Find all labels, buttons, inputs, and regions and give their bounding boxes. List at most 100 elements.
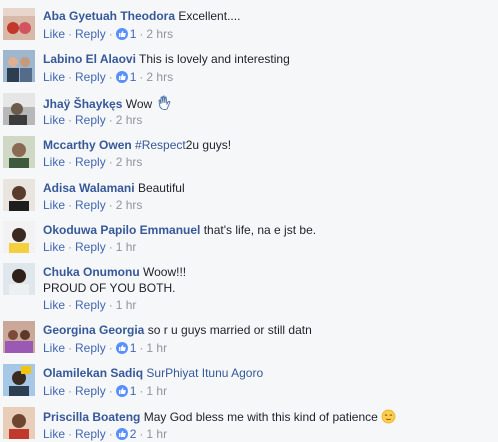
like-count-icon (115, 342, 128, 354)
commenter-name[interactable]: Aba Gyetuah Theodora (43, 9, 175, 23)
commenter-name[interactable]: Mccarthy Owen (43, 138, 132, 152)
waving-hand-icon (156, 95, 172, 115)
commenter-name[interactable]: Olamilekan Sadiq (43, 366, 143, 380)
timestamp[interactable]: 2 hrs (116, 155, 143, 169)
comment-text: Excellent.... (178, 9, 241, 23)
avatar[interactable] (3, 93, 35, 125)
avatar[interactable] (3, 8, 35, 40)
mention-link[interactable]: SurPhiyat Itunu Agoro (146, 366, 263, 380)
separator: · (108, 341, 113, 355)
reply-button[interactable]: Reply (75, 384, 106, 398)
avatar[interactable] (3, 364, 35, 396)
separator: · (139, 384, 144, 398)
like-button[interactable]: Like (43, 70, 65, 84)
avatar[interactable] (3, 50, 35, 82)
reply-button[interactable]: Reply (75, 70, 106, 84)
separator: · (108, 384, 113, 398)
comment-text: Wow (125, 97, 153, 111)
like-button[interactable]: Like (43, 27, 65, 41)
like-count-icon (115, 71, 128, 83)
like-button[interactable]: Like (43, 341, 65, 355)
separator: · (139, 427, 144, 441)
commenter-name[interactable]: Priscilla Boateng (43, 410, 140, 424)
timestamp[interactable]: 1 hr (146, 427, 167, 441)
like-button[interactable]: Like (43, 427, 65, 441)
like-count-icon (115, 385, 128, 397)
avatar-photo (3, 321, 35, 353)
commenter-name[interactable]: Okoduwa Papilo Emmanuel (43, 223, 200, 237)
separator: · (108, 298, 113, 312)
reply-button[interactable]: Reply (75, 113, 106, 127)
avatar-photo (3, 8, 35, 40)
separator: · (68, 427, 73, 441)
avatar-photo (3, 93, 35, 125)
reply-button[interactable]: Reply (75, 198, 106, 212)
like-button[interactable]: Like (43, 298, 65, 312)
separator: · (68, 298, 73, 312)
like-button[interactable]: Like (43, 240, 65, 254)
comment-text: Beautiful (137, 181, 185, 195)
comment-text: 2u guys! (185, 138, 232, 152)
separator: · (68, 155, 73, 169)
comment-text: This is lovely and interesting (139, 52, 290, 66)
separator: · (108, 70, 113, 84)
separator: · (108, 240, 113, 254)
timestamp[interactable]: 2 hrs (146, 70, 173, 84)
separator: · (139, 70, 144, 84)
like-button[interactable]: Like (43, 384, 65, 398)
avatar-photo (3, 407, 35, 439)
separator: · (68, 70, 73, 84)
avatar-photo (3, 364, 35, 396)
separator: · (68, 113, 73, 127)
avatar-photo (3, 136, 35, 168)
timestamp[interactable]: 2 hrs (146, 27, 173, 41)
separator: · (139, 341, 144, 355)
separator: · (108, 155, 113, 169)
comment-text: May God bless me with this kind of patie… (143, 410, 378, 424)
avatar[interactable] (3, 407, 35, 439)
timestamp[interactable]: 1 hr (116, 298, 137, 312)
like-button[interactable]: Like (43, 155, 65, 169)
reply-button[interactable]: Reply (75, 155, 106, 169)
comment-text: so r u guys married or still datn (147, 323, 312, 337)
reply-button[interactable]: Reply (75, 427, 106, 441)
avatar[interactable] (3, 263, 35, 295)
comment-text: that's life, na e jst be. (203, 223, 317, 237)
commenter-name[interactable]: Adisa Walamani (43, 181, 135, 195)
timestamp[interactable]: 2 hrs (116, 113, 143, 127)
separator: · (108, 198, 113, 212)
commenter-name[interactable]: Georgina Georgia (43, 323, 144, 337)
separator: · (68, 27, 73, 41)
relieved-face-icon (381, 409, 396, 428)
like-button[interactable]: Like (43, 113, 65, 127)
reply-button[interactable]: Reply (75, 240, 106, 254)
like-button[interactable]: Like (43, 198, 65, 212)
separator: · (68, 341, 73, 355)
reply-button[interactable]: Reply (75, 27, 106, 41)
avatar-photo (3, 50, 35, 82)
avatar[interactable] (3, 136, 35, 168)
commenter-name[interactable]: Labino El Alaovi (43, 52, 136, 66)
like-count-icon (115, 28, 128, 40)
comment-text-line-2: PROUD OF YOU BOTH. (43, 281, 176, 295)
separator: · (68, 384, 73, 398)
timestamp[interactable]: 2 hrs (116, 198, 143, 212)
commenter-name[interactable]: Chuka Onumonu (43, 265, 140, 279)
avatar[interactable] (3, 179, 35, 211)
avatar[interactable] (3, 321, 35, 353)
separator: · (108, 427, 113, 441)
commenter-name[interactable]: Jhaÿ Šhaykęs (43, 97, 122, 111)
avatar-photo (3, 263, 35, 295)
reply-button[interactable]: Reply (75, 341, 106, 355)
timestamp[interactable]: 1 hr (146, 341, 167, 355)
like-count-icon (115, 428, 128, 440)
separator: · (108, 113, 113, 127)
separator: · (68, 240, 73, 254)
timestamp[interactable]: 1 hr (146, 384, 167, 398)
hashtag-link[interactable]: #Respect (135, 138, 186, 152)
reply-button[interactable]: Reply (75, 298, 106, 312)
separator: · (139, 27, 144, 41)
avatar[interactable] (3, 221, 35, 253)
timestamp[interactable]: 1 hr (116, 240, 137, 254)
separator: · (108, 27, 113, 41)
